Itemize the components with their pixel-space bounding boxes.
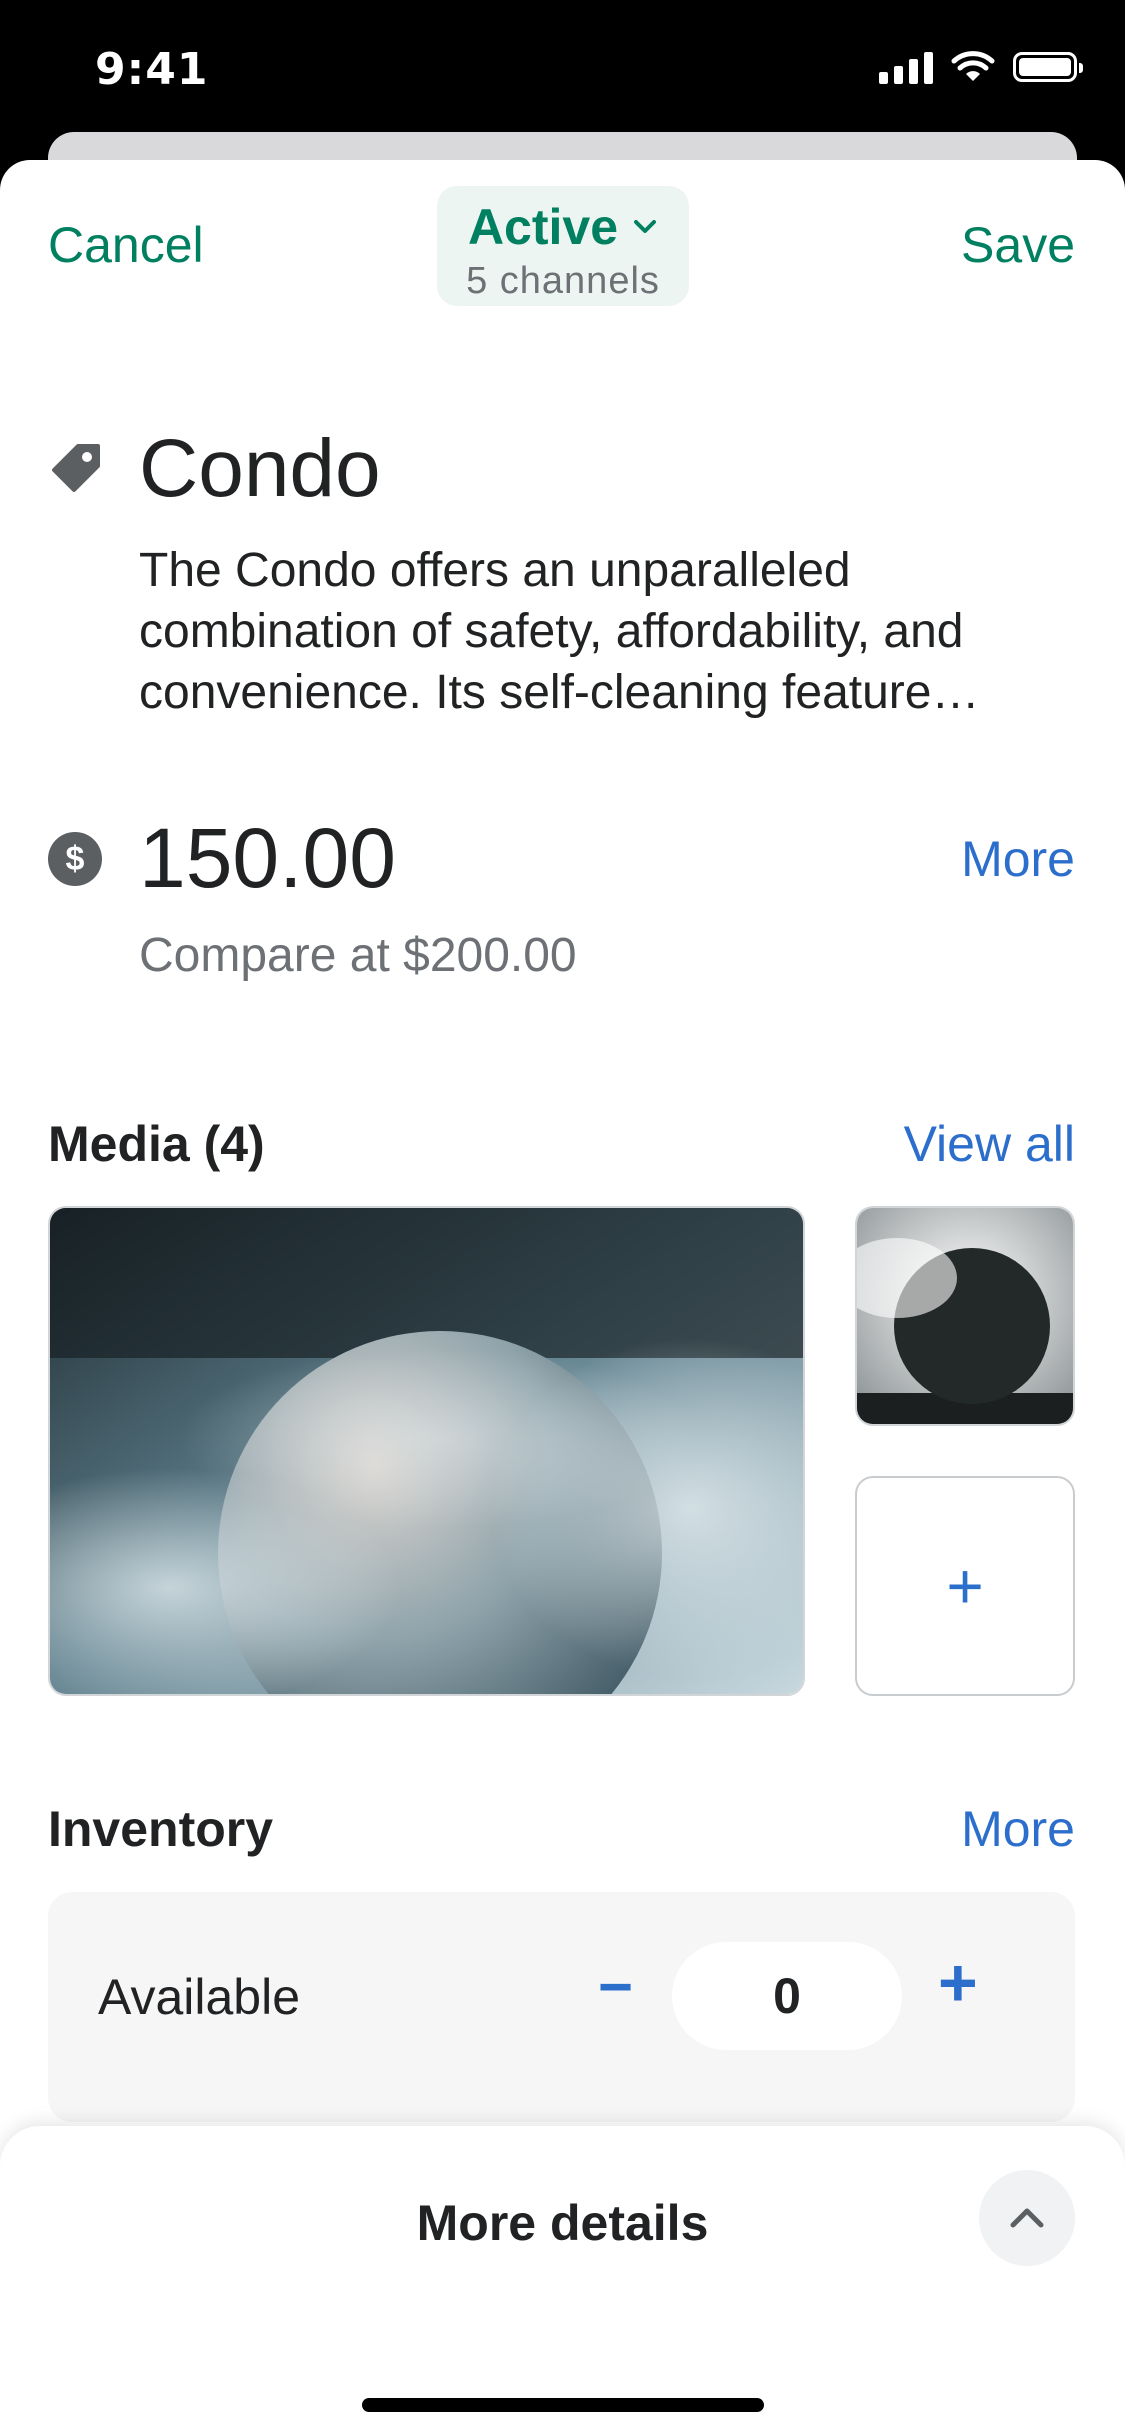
signal-icon	[879, 50, 933, 84]
status-selector[interactable]: Active 5 channels	[437, 186, 689, 306]
wifi-icon	[951, 51, 995, 81]
moon-in-fog-image	[50, 1208, 803, 1694]
tag-icon	[52, 444, 100, 492]
decrement-button[interactable]: −	[598, 1952, 633, 2021]
status-icons	[879, 50, 1083, 84]
compare-at-price: Compare at $200.00	[139, 929, 577, 982]
media-main-image[interactable]	[48, 1206, 805, 1696]
inventory-section-title: Inventory	[48, 1801, 274, 1857]
sphere-thumbnail-image	[857, 1208, 1073, 1424]
increment-button[interactable]: +	[938, 1944, 978, 2022]
save-button[interactable]: Save	[961, 216, 1075, 274]
product-title[interactable]: Condo	[139, 422, 381, 516]
more-details-sheet[interactable]: More details	[0, 2126, 1125, 2436]
view-all-media-link[interactable]: View all	[904, 1115, 1075, 1173]
home-indicator	[362, 2398, 764, 2412]
add-media-button[interactable]: +	[855, 1476, 1075, 1696]
product-price[interactable]: 150.00	[139, 810, 396, 907]
inventory-more-link[interactable]: More	[961, 1800, 1075, 1858]
expand-button[interactable]	[979, 2170, 1075, 2266]
inventory-card: Available − 0 +	[48, 1892, 1075, 2122]
product-description[interactable]: The Condo offers an unparalleled combina…	[139, 540, 1079, 723]
more-details-title: More details	[416, 2195, 709, 2251]
dollar-icon: $	[48, 832, 102, 886]
cancel-button[interactable]: Cancel	[48, 216, 204, 274]
media-section-title: Media (4)	[48, 1116, 265, 1172]
battery-icon	[1013, 52, 1083, 82]
available-label: Available	[98, 1969, 301, 2025]
status-label: Active	[467, 199, 619, 255]
product-edit-sheet: Cancel Active 5 channels Save Condo The …	[0, 160, 1125, 2436]
media-thumbnail[interactable]	[855, 1206, 1075, 1426]
chevron-up-icon	[1010, 2208, 1044, 2228]
channels-count: 5 channels	[466, 260, 660, 302]
chevron-down-icon	[634, 220, 657, 233]
price-more-link[interactable]: More	[961, 830, 1075, 888]
status-time: 9:41	[95, 44, 209, 95]
quantity-field[interactable]: 0	[672, 1942, 902, 2050]
